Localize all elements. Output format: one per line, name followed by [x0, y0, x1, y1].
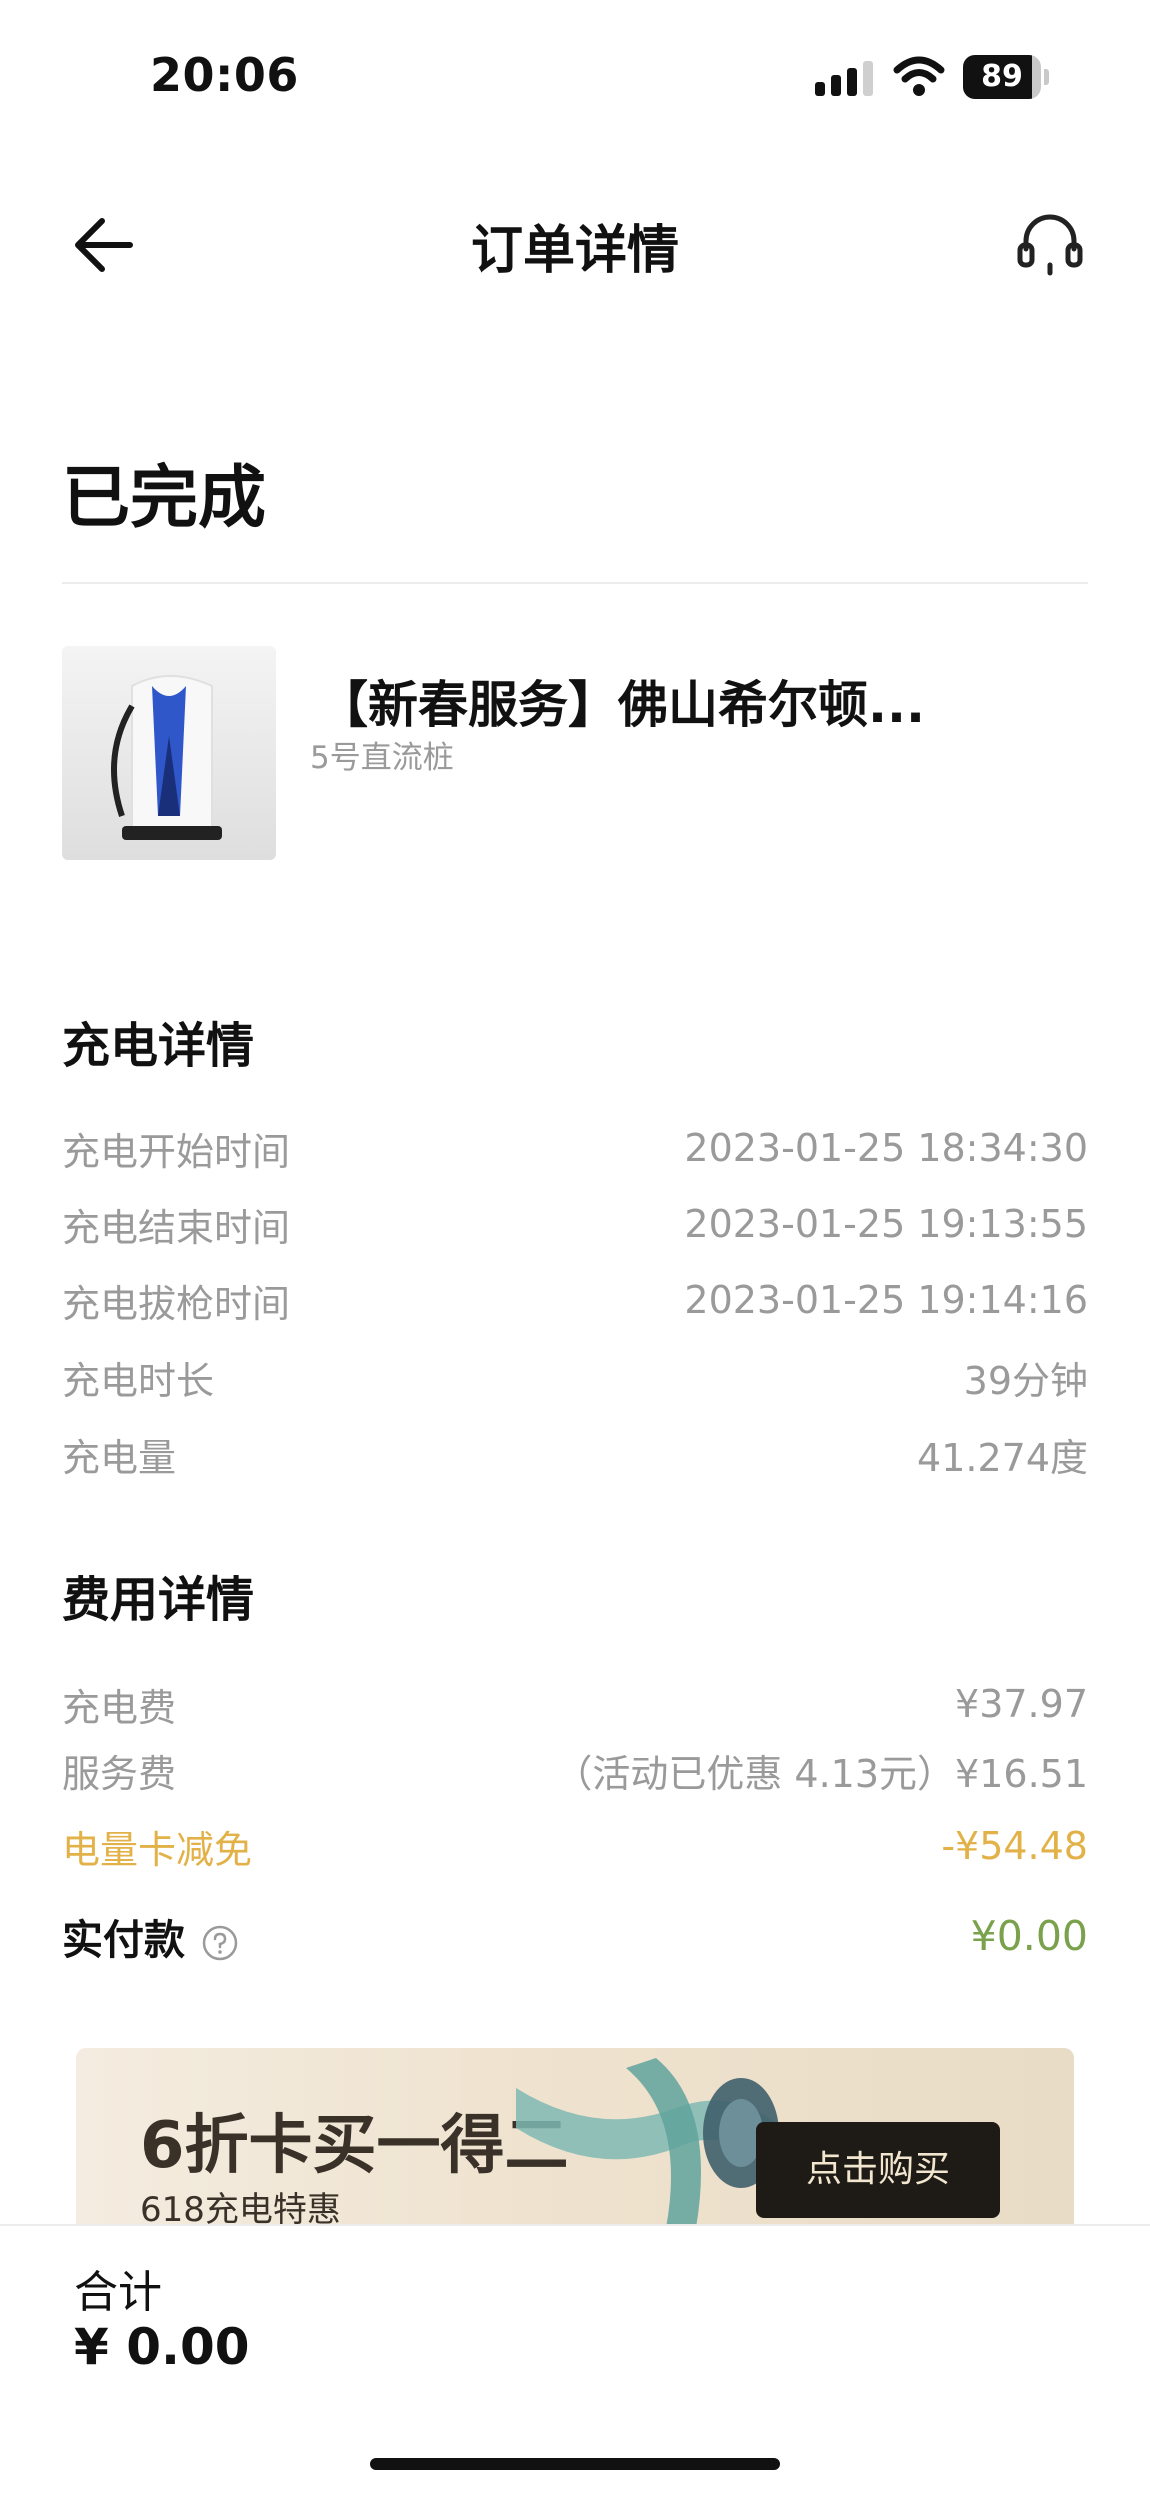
wifi-icon [893, 56, 945, 96]
discount-label: 电量卡减免 [62, 1827, 253, 1872]
battery-level: 89 [981, 59, 1023, 94]
banner-subtitle: 618充电特惠 [140, 2190, 341, 2228]
fee-label: 服务费 [62, 1751, 177, 1796]
paid-label: 实付款 [62, 1916, 185, 1964]
station-pile: 5号直流桩 [310, 740, 454, 776]
status-time: 20:06 [150, 48, 299, 102]
page-title: 订单详情 [470, 221, 679, 281]
banner-title: 6折卡买一得二 [140, 2109, 569, 2183]
fee-row-paid: 实付款 ¥0.00 [62, 1906, 1088, 1966]
detail-row-duration: 充电时长 39分钟 [62, 1347, 1088, 1407]
signal-icon [815, 61, 873, 96]
paid-value: ¥0.00 [970, 1912, 1088, 1960]
detail-label: 充电结束时间 [62, 1205, 291, 1250]
home-indicator[interactable] [370, 2458, 780, 2470]
station-image [62, 646, 276, 860]
detail-value: 2023-01-25 19:14:16 [684, 1278, 1088, 1322]
detail-value: 2023-01-25 19:13:55 [684, 1202, 1088, 1246]
help-icon[interactable] [201, 1924, 239, 1962]
discount-value: -¥54.48 [941, 1824, 1088, 1868]
detail-row-unplug: 充电拔枪时间 2023-01-25 19:14:16 [62, 1270, 1088, 1330]
paid-label-wrap: 实付款 [62, 1906, 239, 1966]
order-status: 已完成 [62, 459, 267, 538]
fee-row-service: 服务费 （活动已优惠 4.13元）¥16.51 [62, 1740, 1088, 1800]
detail-value: 41.274度 [917, 1435, 1088, 1480]
station-name: 【新春服务】佛山希尔顿... [318, 676, 925, 734]
fee-value: ¥37.97 [955, 1682, 1088, 1726]
detail-row-end: 充电结束时间 2023-01-25 19:13:55 [62, 1194, 1088, 1254]
total-label: 合计 [74, 2267, 162, 2318]
battery-icon: 89 [963, 55, 1049, 99]
total-value: ¥ 0.00 [74, 2318, 250, 2376]
divider [62, 582, 1088, 584]
detail-value: 2023-01-25 18:34:30 [684, 1126, 1088, 1170]
buy-button[interactable]: 点击购买 [756, 2122, 1000, 2218]
detail-row-energy: 充电量 41.274度 [62, 1424, 1088, 1484]
promo-banner[interactable]: 6折卡买一得二 618充电特惠 点击购买 [76, 2048, 1074, 2228]
fee-value: （活动已优惠 4.13元）¥16.51 [554, 1751, 1088, 1796]
detail-label: 充电拔枪时间 [62, 1281, 291, 1326]
detail-label: 充电量 [62, 1435, 177, 1480]
detail-row-start: 充电开始时间 2023-01-25 18:34:30 [62, 1118, 1088, 1178]
fee-row-discount: 电量卡减免 -¥54.48 [62, 1816, 1088, 1876]
detail-label: 充电开始时间 [62, 1129, 291, 1174]
detail-value: 39分钟 [963, 1358, 1088, 1403]
fee-label: 充电费 [62, 1685, 177, 1730]
fee-details-title: 费用详情 [62, 1572, 255, 1628]
detail-label: 充电时长 [62, 1358, 215, 1403]
fee-row-charge: 充电费 ¥37.97 [62, 1674, 1088, 1734]
charge-details-title: 充电详情 [62, 1018, 255, 1074]
headset-icon[interactable] [1010, 205, 1090, 285]
